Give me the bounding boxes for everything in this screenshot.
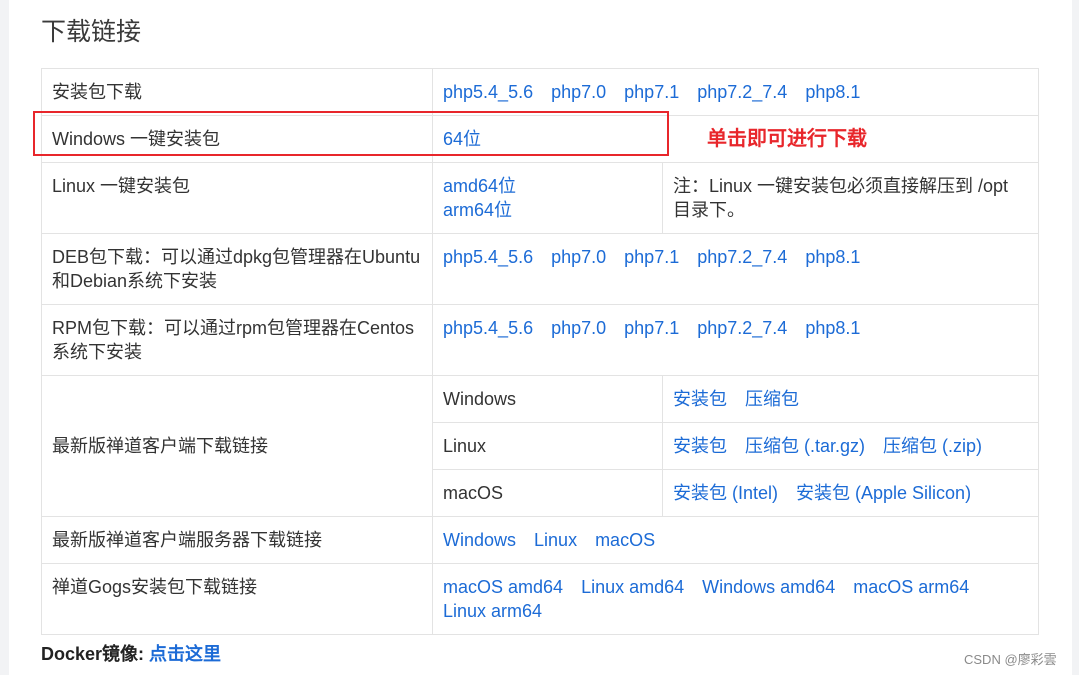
platform-label: macOS (432, 469, 663, 517)
link-server-windows[interactable]: Windows (443, 530, 516, 550)
link-linux-arm64[interactable]: arm64位 (443, 198, 652, 222)
link-gogs-linux-amd64[interactable]: Linux amd64 (581, 577, 684, 597)
link-php7.0[interactable]: php7.0 (551, 247, 606, 267)
table-row-installer: 安装包下载 php5.4_5.6 php7.0 php7.1 php7.2_7.4 ph… (41, 68, 1039, 116)
link-php7.1[interactable]: php7.1 (624, 247, 679, 267)
php-link-list: php5.4_5.6 php7.0 php7.1 php7.2_7.4 php8.1 (432, 68, 1039, 116)
link-php7.0[interactable]: php7.0 (551, 82, 606, 102)
left-page-gutter (0, 0, 9, 675)
php-link-list: php5.4_5.6 php7.0 php7.1 php7.2_7.4 php8.1 (432, 304, 1039, 376)
table-row-rpm: RPM包下载：可以通过rpm包管理器在Centos系统下安装 php5.4_5.… (41, 304, 1039, 376)
docker-link[interactable]: 点击这里 (149, 644, 221, 664)
link-client-macos-intel[interactable]: 安装包 (Intel) (673, 483, 778, 503)
watermark: CSDN @廖彩雲 (964, 652, 1057, 667)
link-php7.1[interactable]: php7.1 (624, 82, 679, 102)
link-server-linux[interactable]: Linux (534, 530, 577, 550)
link-php5.4-5.6[interactable]: php5.4_5.6 (443, 247, 533, 267)
highlight-box (33, 111, 669, 156)
link-php8.1[interactable]: php8.1 (805, 318, 860, 338)
link-server-macos[interactable]: macOS (595, 530, 655, 550)
link-gogs-windows-amd64[interactable]: Windows amd64 (702, 577, 835, 597)
link-php5.4-5.6[interactable]: php5.4_5.6 (443, 82, 533, 102)
table-row-client-server: 最新版禅道客户端服务器下载链接 Windows Linux macOS (41, 516, 1039, 564)
link-gogs-linux-arm64[interactable]: Linux arm64 (443, 601, 542, 621)
link-php7.2-7.4[interactable]: php7.2_7.4 (697, 318, 787, 338)
link-client-linux-zip[interactable]: 压缩包 (.zip) (883, 436, 982, 456)
link-gogs-macos-amd64[interactable]: macOS amd64 (443, 577, 563, 597)
row-label: 安装包下载 (41, 68, 433, 116)
row-label: 最新版禅道客户端服务器下载链接 (41, 516, 433, 564)
link-client-macos-apple-silicon[interactable]: 安装包 (Apple Silicon) (796, 483, 971, 503)
right-scroll-gutter (1072, 0, 1079, 675)
row-label: Linux 一键安装包 (41, 162, 433, 234)
link-php7.2-7.4[interactable]: php7.2_7.4 (697, 82, 787, 102)
row-label: 禅道Gogs安装包下载链接 (41, 563, 433, 635)
link-php7.1[interactable]: php7.1 (624, 318, 679, 338)
platform-label: Windows (432, 375, 663, 423)
link-client-linux-targz[interactable]: 压缩包 (.tar.gz) (745, 436, 865, 456)
table-row-client-windows: 最新版禅道客户端下载链接 Windows 安装包 压缩包 (41, 375, 1039, 517)
table-row-gogs: 禅道Gogs安装包下载链接 macOS amd64 Linux amd64 Wind… (41, 563, 1039, 635)
platform-label: Linux (432, 422, 663, 470)
link-linux-amd64[interactable]: amd64位 (443, 174, 634, 198)
link-client-windows-installer[interactable]: 安装包 (673, 389, 727, 409)
table-row-linux-one-click: Linux 一键安装包 amd64位 arm64位 注：Linux 一键安装包必… (41, 162, 1039, 234)
row-label: 最新版禅道客户端下载链接 (41, 375, 433, 517)
page-title: 下载链接 (41, 18, 142, 46)
annotation-text: 单击即可进行下载 (707, 128, 867, 150)
link-php8.1[interactable]: php8.1 (805, 82, 860, 102)
link-php5.4-5.6[interactable]: php5.4_5.6 (443, 318, 533, 338)
row-label: RPM包下载：可以通过rpm包管理器在Centos系统下安装 (41, 304, 433, 376)
row-label: DEB包下载：可以通过dpkg包管理器在Ubuntu和Debian系统下安装 (41, 233, 433, 305)
docker-line: Docker镜像: 点击这里 (41, 640, 221, 666)
link-client-windows-zip[interactable]: 压缩包 (745, 389, 799, 409)
php-link-list: php5.4_5.6 php7.0 php7.1 php7.2_7.4 php8.1 (432, 233, 1039, 305)
link-gogs-macos-arm64[interactable]: macOS arm64 (853, 577, 969, 597)
link-php8.1[interactable]: php8.1 (805, 247, 860, 267)
link-php7.2-7.4[interactable]: php7.2_7.4 (697, 247, 787, 267)
table-row-deb: DEB包下载：可以通过dpkg包管理器在Ubuntu和Debian系统下安装 p… (41, 233, 1039, 305)
link-php7.0[interactable]: php7.0 (551, 318, 606, 338)
docker-label: Docker镜像: (41, 644, 145, 664)
linux-install-note: 注：Linux 一键安装包必须直接解压到 /opt 目录下。 (662, 162, 1039, 234)
link-client-linux-installer[interactable]: 安装包 (673, 436, 727, 456)
